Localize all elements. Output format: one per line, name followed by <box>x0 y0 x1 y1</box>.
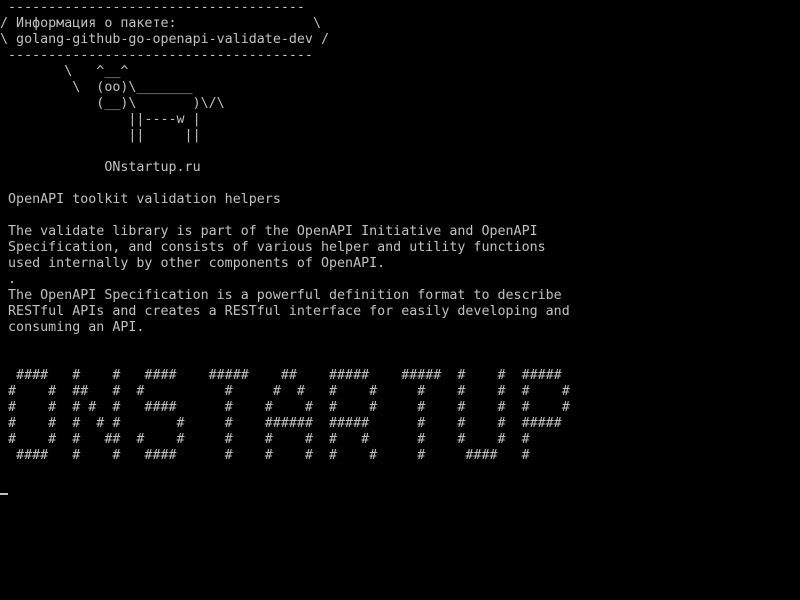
cow-art-line: (__)\ )\/\ <box>0 96 225 111</box>
text-cursor <box>0 493 8 495</box>
package-description-line: used internally by other components of O… <box>0 256 386 271</box>
banner-art-line: # # # # # # # ###### ##### # # # ##### <box>0 416 562 431</box>
package-description-line: The OpenAPI Specification is a powerful … <box>0 288 562 303</box>
banner-art-line: # # # # # #### # # # # # # # # # # <box>0 400 570 415</box>
terminal-window[interactable]: ------------------------------------- / И… <box>0 0 800 600</box>
banner-art-line: #### # # #### # # # # # # #### # <box>0 448 530 463</box>
cow-art-line: \ ^__^ <box>0 64 129 79</box>
banner-art-line: #### # # #### ##### ## ##### ##### # # #… <box>0 368 562 383</box>
site-signature: ONstartup.ru <box>0 160 201 175</box>
package-description-line: . <box>0 272 17 287</box>
cowsay-top-border: ------------------------------------- <box>0 0 305 15</box>
package-description-line: Specification, and consists of various h… <box>0 240 546 255</box>
cowsay-bubble-line-1: / Информация о пакете: \ <box>0 16 321 31</box>
cowsay-bubble-line-2: \ golang-github-go-openapi-validate-dev … <box>0 32 329 47</box>
banner-art-line: # # ## # # # # # # # # # # # # <box>0 384 570 399</box>
package-summary: OpenAPI toolkit validation helpers <box>0 192 281 207</box>
cow-art-line: || || <box>0 128 201 143</box>
cowsay-bottom-border: -------------------------------------- <box>0 48 313 63</box>
package-description-line: The validate library is part of the Open… <box>0 224 538 239</box>
package-description-line: RESTful APIs and creates a RESTful inter… <box>0 304 570 319</box>
package-description-line: consuming an API. <box>0 320 145 335</box>
cow-art-line: \ (oo)\_______ <box>0 80 193 95</box>
banner-art-line: # # # ## # # # # # # # # # # # <box>0 432 530 447</box>
cow-art-line: ||----w | <box>0 112 201 127</box>
terminal-output: ------------------------------------- / И… <box>0 0 570 496</box>
